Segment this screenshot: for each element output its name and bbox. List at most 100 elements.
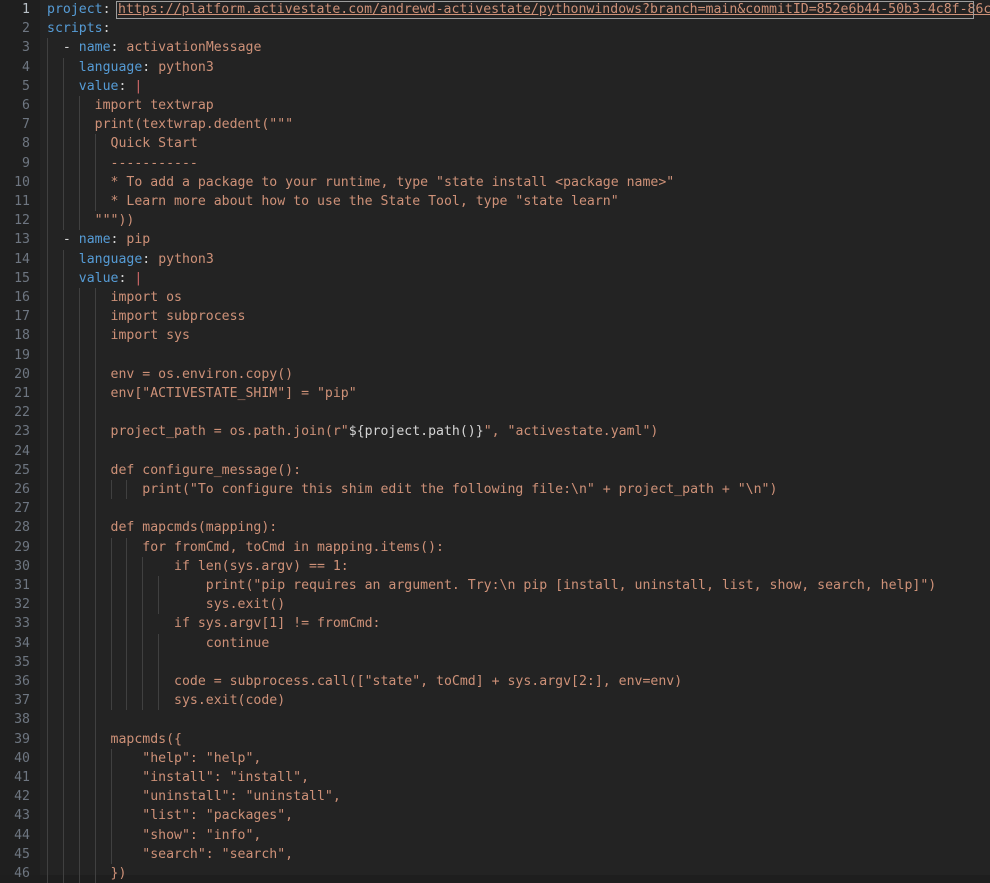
line-text[interactable]: language: python3: [47, 58, 214, 77]
code-line[interactable]: 38: [0, 710, 990, 729]
line-text[interactable]: continue: [47, 634, 269, 653]
code-line[interactable]: 33 if sys.argv[1] != fromCmd:: [0, 614, 990, 633]
code-line[interactable]: 28 def mapcmds(mapping):: [0, 518, 990, 537]
line-text[interactable]: value: |: [47, 269, 142, 288]
code-line[interactable]: 34 continue: [0, 634, 990, 653]
code-line[interactable]: 15 value: |: [0, 269, 990, 288]
line-text[interactable]: import subprocess: [47, 307, 246, 326]
code-line[interactable]: 45 "search": "search",: [0, 845, 990, 864]
line-number: 12: [0, 211, 30, 230]
line-text[interactable]: import os: [47, 288, 182, 307]
line-number: 31: [0, 576, 30, 595]
line-number: 1: [0, 0, 30, 19]
line-text[interactable]: """)): [47, 211, 134, 230]
code-line[interactable]: 20 env = os.environ.copy(): [0, 365, 990, 384]
project-url-link-box[interactable]: [116, 1, 974, 19]
code-line[interactable]: 6 import textwrap: [0, 96, 990, 115]
code-line[interactable]: 46 }): [0, 864, 990, 883]
code-line[interactable]: 21 env["ACTIVESTATE_SHIM"] = "pip": [0, 384, 990, 403]
line-text[interactable]: code = subprocess.call(["state", toCmd] …: [47, 672, 682, 691]
line-text[interactable]: "help": "help",: [47, 749, 261, 768]
line-text[interactable]: import textwrap: [47, 96, 214, 115]
line-text[interactable]: "show": "info",: [47, 826, 261, 845]
line-text[interactable]: import sys: [47, 326, 190, 345]
line-text[interactable]: - name: pip: [47, 230, 150, 249]
code-line[interactable]: 5 value: |: [0, 77, 990, 96]
line-text[interactable]: language: python3: [47, 250, 214, 269]
code-line[interactable]: 30 if len(sys.argv) == 1:: [0, 557, 990, 576]
code-line[interactable]: 25 def configure_message():: [0, 461, 990, 480]
code-line[interactable]: 44 "show": "info",: [0, 826, 990, 845]
line-text[interactable]: env["ACTIVESTATE_SHIM"] = "pip": [47, 384, 357, 403]
code-line[interactable]: 40 "help": "help",: [0, 749, 990, 768]
line-text[interactable]: scripts:: [47, 19, 111, 38]
line-text[interactable]: "search": "search",: [47, 845, 293, 864]
token-str: python3: [150, 60, 214, 75]
code-line[interactable]: 14 language: python3: [0, 250, 990, 269]
line-text[interactable]: if len(sys.argv) == 1:: [47, 557, 349, 576]
token-str: "uninstall": "uninstall",: [47, 789, 341, 804]
code-line[interactable]: 7 print(textwrap.dedent(""": [0, 115, 990, 134]
line-text[interactable]: print("pip requires an argument. Try:\n …: [47, 576, 936, 595]
code-line[interactable]: 9 -----------: [0, 154, 990, 173]
line-text[interactable]: Quick Start: [47, 134, 198, 153]
line-number: 8: [0, 134, 30, 153]
code-line[interactable]: 39 mapcmds({: [0, 730, 990, 749]
line-text[interactable]: for fromCmd, toCmd in mapping.items():: [47, 538, 444, 557]
code-line[interactable]: 42 "uninstall": "uninstall",: [0, 787, 990, 806]
code-line[interactable]: 41 "install": "install",: [0, 768, 990, 787]
code-line[interactable]: 13 - name: pip: [0, 230, 990, 249]
line-text[interactable]: project:: [47, 0, 118, 19]
code-line[interactable]: 18 import sys: [0, 326, 990, 345]
code-line[interactable]: 8 Quick Start: [0, 134, 990, 153]
line-text[interactable]: print("To configure this shim edit the f…: [47, 480, 777, 499]
token-punct: [47, 271, 79, 286]
line-text[interactable]: -----------: [47, 154, 198, 173]
code-line[interactable]: 24: [0, 442, 990, 461]
line-number: 23: [0, 422, 30, 441]
code-line[interactable]: 43 "list": "packages",: [0, 806, 990, 825]
code-line[interactable]: 32 sys.exit(): [0, 595, 990, 614]
code-line[interactable]: 36 code = subprocess.call(["state", toCm…: [0, 672, 990, 691]
line-text[interactable]: * Learn more about how to use the State …: [47, 192, 619, 211]
line-text[interactable]: sys.exit(): [47, 595, 285, 614]
code-line[interactable]: 11 * Learn more about how to use the Sta…: [0, 192, 990, 211]
line-number: 35: [0, 653, 30, 672]
code-line[interactable]: 3 - name: activationMessage: [0, 38, 990, 57]
line-text[interactable]: project_path = os.path.join(r"${project.…: [47, 422, 658, 441]
line-text[interactable]: mapcmds({: [47, 730, 182, 749]
code-line[interactable]: 17 import subprocess: [0, 307, 990, 326]
line-text[interactable]: print(textwrap.dedent(""": [47, 115, 293, 134]
line-text[interactable]: def mapcmds(mapping):: [47, 518, 277, 537]
code-line[interactable]: 22: [0, 403, 990, 422]
line-text[interactable]: "uninstall": "uninstall",: [47, 787, 341, 806]
code-line[interactable]: 23 project_path = os.path.join(r"${proje…: [0, 422, 990, 441]
line-text[interactable]: * To add a package to your runtime, type…: [47, 173, 674, 192]
code-line[interactable]: 27: [0, 499, 990, 518]
code-editor[interactable]: 1 project: 2scripts:3 - name: activationM…: [0, 0, 990, 875]
code-line[interactable]: 29 for fromCmd, toCmd in mapping.items()…: [0, 538, 990, 557]
line-text[interactable]: env = os.environ.copy(): [47, 365, 293, 384]
line-text[interactable]: if sys.argv[1] != fromCmd:: [47, 614, 380, 633]
code-line[interactable]: 31 print("pip requires an argument. Try:…: [0, 576, 990, 595]
line-number: 26: [0, 480, 30, 499]
token-str: sys.exit(): [47, 597, 285, 612]
code-line[interactable]: 10 * To add a package to your runtime, t…: [0, 173, 990, 192]
code-line[interactable]: 26 print("To configure this shim edit th…: [0, 480, 990, 499]
code-line[interactable]: 35: [0, 653, 990, 672]
code-line[interactable]: 4 language: python3: [0, 58, 990, 77]
line-text[interactable]: sys.exit(code): [47, 691, 285, 710]
line-text[interactable]: - name: activationMessage: [47, 38, 261, 57]
line-text[interactable]: "list": "packages",: [47, 806, 293, 825]
code-line[interactable]: 2scripts:: [0, 19, 990, 38]
line-text[interactable]: def configure_message():: [47, 461, 301, 480]
code-line[interactable]: 37 sys.exit(code): [0, 691, 990, 710]
line-text[interactable]: "install": "install",: [47, 768, 309, 787]
code-line[interactable]: 12 """)): [0, 211, 990, 230]
code-line[interactable]: 19: [0, 346, 990, 365]
line-text[interactable]: value: |: [47, 77, 142, 96]
line-number: 45: [0, 845, 30, 864]
line-text[interactable]: }): [47, 864, 126, 883]
code-line[interactable]: 16 import os: [0, 288, 990, 307]
token-str: "show": "info",: [47, 828, 261, 843]
